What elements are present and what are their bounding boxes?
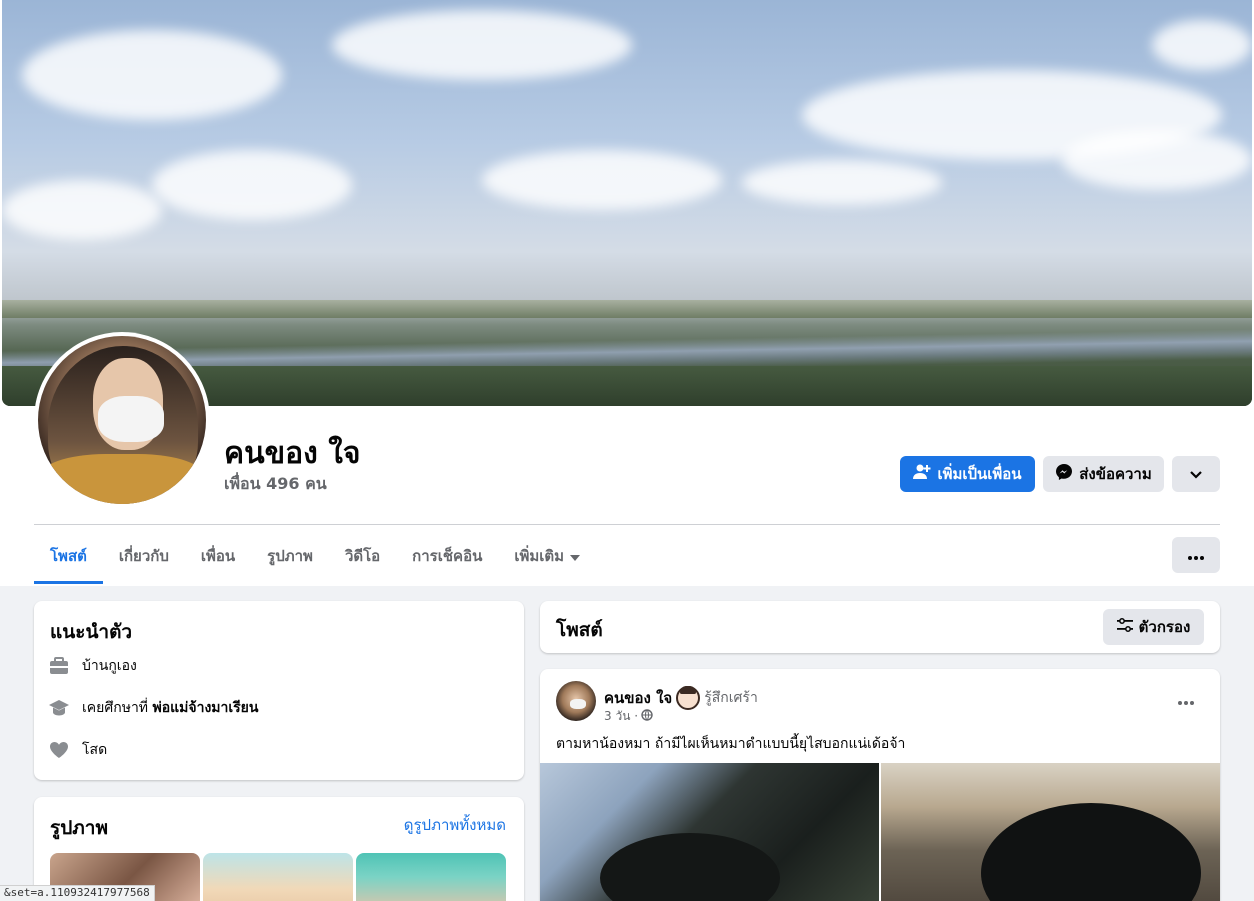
- caret-down-icon: [570, 547, 581, 565]
- intro-card: แนะนำตัว บ้านกูเอง เคยศึกษาที่ พ่อแม่จ้า…: [34, 601, 524, 780]
- profile-header: คนของ ใจ เพื่อน 496 คน เพิ่มเป็นเพื่อน ส…: [0, 0, 1254, 586]
- education-school[interactable]: พ่อแม่จ้างมาเรียน: [153, 700, 259, 716]
- tab-friends[interactable]: เพื่อน: [185, 528, 251, 584]
- message-label: ส่งข้อความ: [1079, 465, 1152, 483]
- profile-tabs: โพสต์ เกี่ยวกับ เพื่อน รูปภาพ วิดีโอ การ…: [34, 528, 596, 584]
- intro-title: แนะนำตัว: [50, 621, 133, 643]
- ellipsis-icon: [1188, 546, 1204, 564]
- filter-icon: [1116, 618, 1133, 636]
- cover-photo[interactable]: [2, 0, 1252, 406]
- friend-count[interactable]: เพื่อน 496 คน: [224, 472, 327, 497]
- profile-options-dropdown[interactable]: [1172, 456, 1220, 492]
- intro-work: บ้านกูเอง: [48, 655, 137, 677]
- profile-name: คนของ ใจ: [224, 436, 361, 471]
- filter-label: ตัวกรอง: [1138, 618, 1191, 636]
- post-feeling: รู้สึกเศร้า: [704, 690, 758, 706]
- add-friend-button[interactable]: เพิ่มเป็นเพื่อน: [900, 456, 1035, 492]
- tab-checkins[interactable]: การเช็คอิน: [396, 528, 498, 584]
- heart-icon: [48, 739, 70, 761]
- chevron-down-icon: [1190, 465, 1202, 483]
- browser-status-url: &set=a.110932417977568: [0, 885, 155, 901]
- tab-about[interactable]: เกี่ยวกับ: [103, 528, 185, 584]
- post-author-avatar[interactable]: [556, 681, 596, 721]
- tab-posts[interactable]: โพสต์: [34, 528, 103, 584]
- sad-emoji-icon: [676, 686, 701, 710]
- education-text: เคยศึกษาที่ พ่อแม่จ้างมาเรียน: [82, 700, 259, 716]
- photos-title: รูปภาพ: [50, 817, 108, 839]
- message-button[interactable]: ส่งข้อความ: [1043, 456, 1164, 492]
- photo-thumbnail[interactable]: [356, 853, 506, 901]
- tab-photos[interactable]: รูปภาพ: [251, 528, 329, 584]
- work-text: บ้านกูเอง: [82, 658, 137, 674]
- filter-button[interactable]: ตัวกรอง: [1103, 609, 1204, 645]
- relationship-text: โสด: [82, 742, 108, 758]
- see-all-photos-link[interactable]: ดูรูปภาพทั้งหมด: [404, 813, 506, 837]
- more-options-button[interactable]: [1172, 537, 1220, 573]
- post-options-button[interactable]: [1170, 685, 1202, 713]
- messenger-icon: [1055, 463, 1073, 485]
- posts-title: โพสต์: [556, 619, 603, 641]
- tab-more[interactable]: เพิ่มเติม: [498, 528, 596, 584]
- add-friend-icon: [913, 464, 931, 484]
- intro-education: เคยศึกษาที่ พ่อแม่จ้างมาเรียน: [48, 697, 258, 719]
- briefcase-icon: [48, 655, 70, 677]
- post-image[interactable]: [881, 763, 1220, 901]
- post-image[interactable]: [540, 763, 879, 901]
- add-friend-label: เพิ่มเป็นเพื่อน: [937, 465, 1022, 483]
- header-divider: [34, 524, 1220, 525]
- post-text: ตามหาน้องหมา ถ้ามีไผเห็นหมาดำแบบนี้ยุไสบ…: [556, 736, 906, 752]
- photo-thumbnail[interactable]: [203, 853, 353, 901]
- profile-avatar[interactable]: [34, 332, 210, 508]
- post-meta: 3 วัน ·: [604, 707, 653, 726]
- posts-header-card: โพสต์ ตัวกรอง: [540, 601, 1220, 653]
- tab-videos[interactable]: วิดีโอ: [329, 528, 396, 584]
- post-timestamp[interactable]: 3 วัน ·: [604, 707, 638, 726]
- intro-relationship: โสด: [48, 739, 107, 761]
- graduation-cap-icon: [48, 697, 70, 719]
- globe-icon: [641, 709, 653, 724]
- post-card: คนของ ใจ รู้สึกเศร้า 3 วัน · ตามหาน้องหม…: [540, 669, 1220, 901]
- ellipsis-icon: [1178, 690, 1194, 709]
